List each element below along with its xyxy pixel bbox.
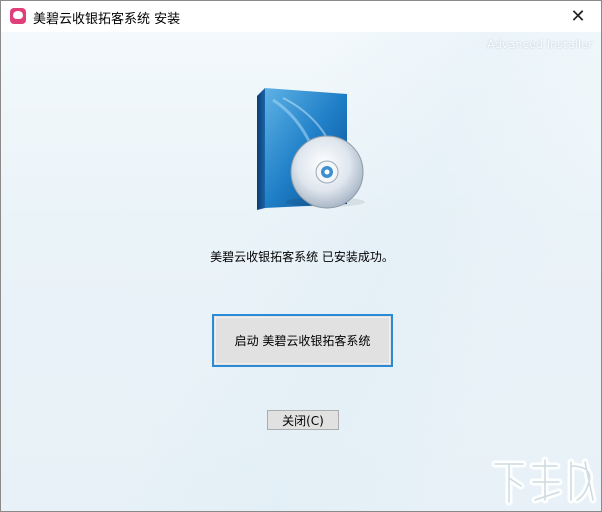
window-close-button[interactable]: ✕ xyxy=(555,1,601,31)
window-title: 美碧云收银拓客系统 安装 xyxy=(33,12,181,27)
advanced-installer-brand: Advanced Installer xyxy=(487,38,593,51)
software-box-icon xyxy=(257,88,365,210)
app-icon xyxy=(10,8,26,24)
launch-app-button-label: 启动 美碧云收银拓客系统 xyxy=(234,334,371,348)
installer-window: 美碧云收银拓客系统 安装 ✕ Advanced Installer 美碧云收银拓… xyxy=(0,0,602,512)
install-success-message: 美碧云收银拓客系统 已安装成功。 xyxy=(210,250,394,264)
title-bar: 美碧云收银拓客系统 安装 ✕ xyxy=(1,1,601,32)
main-content: Advanced Installer 美碧云收银拓客系统 已安装成功。 启动 美… xyxy=(1,32,601,511)
close-button-label: 关闭(C) xyxy=(282,413,324,428)
launch-app-button[interactable]: 启动 美碧云收银拓客系统 xyxy=(212,314,393,367)
close-button[interactable]: 关闭(C) xyxy=(267,410,339,430)
site-watermark-logo xyxy=(491,456,597,506)
